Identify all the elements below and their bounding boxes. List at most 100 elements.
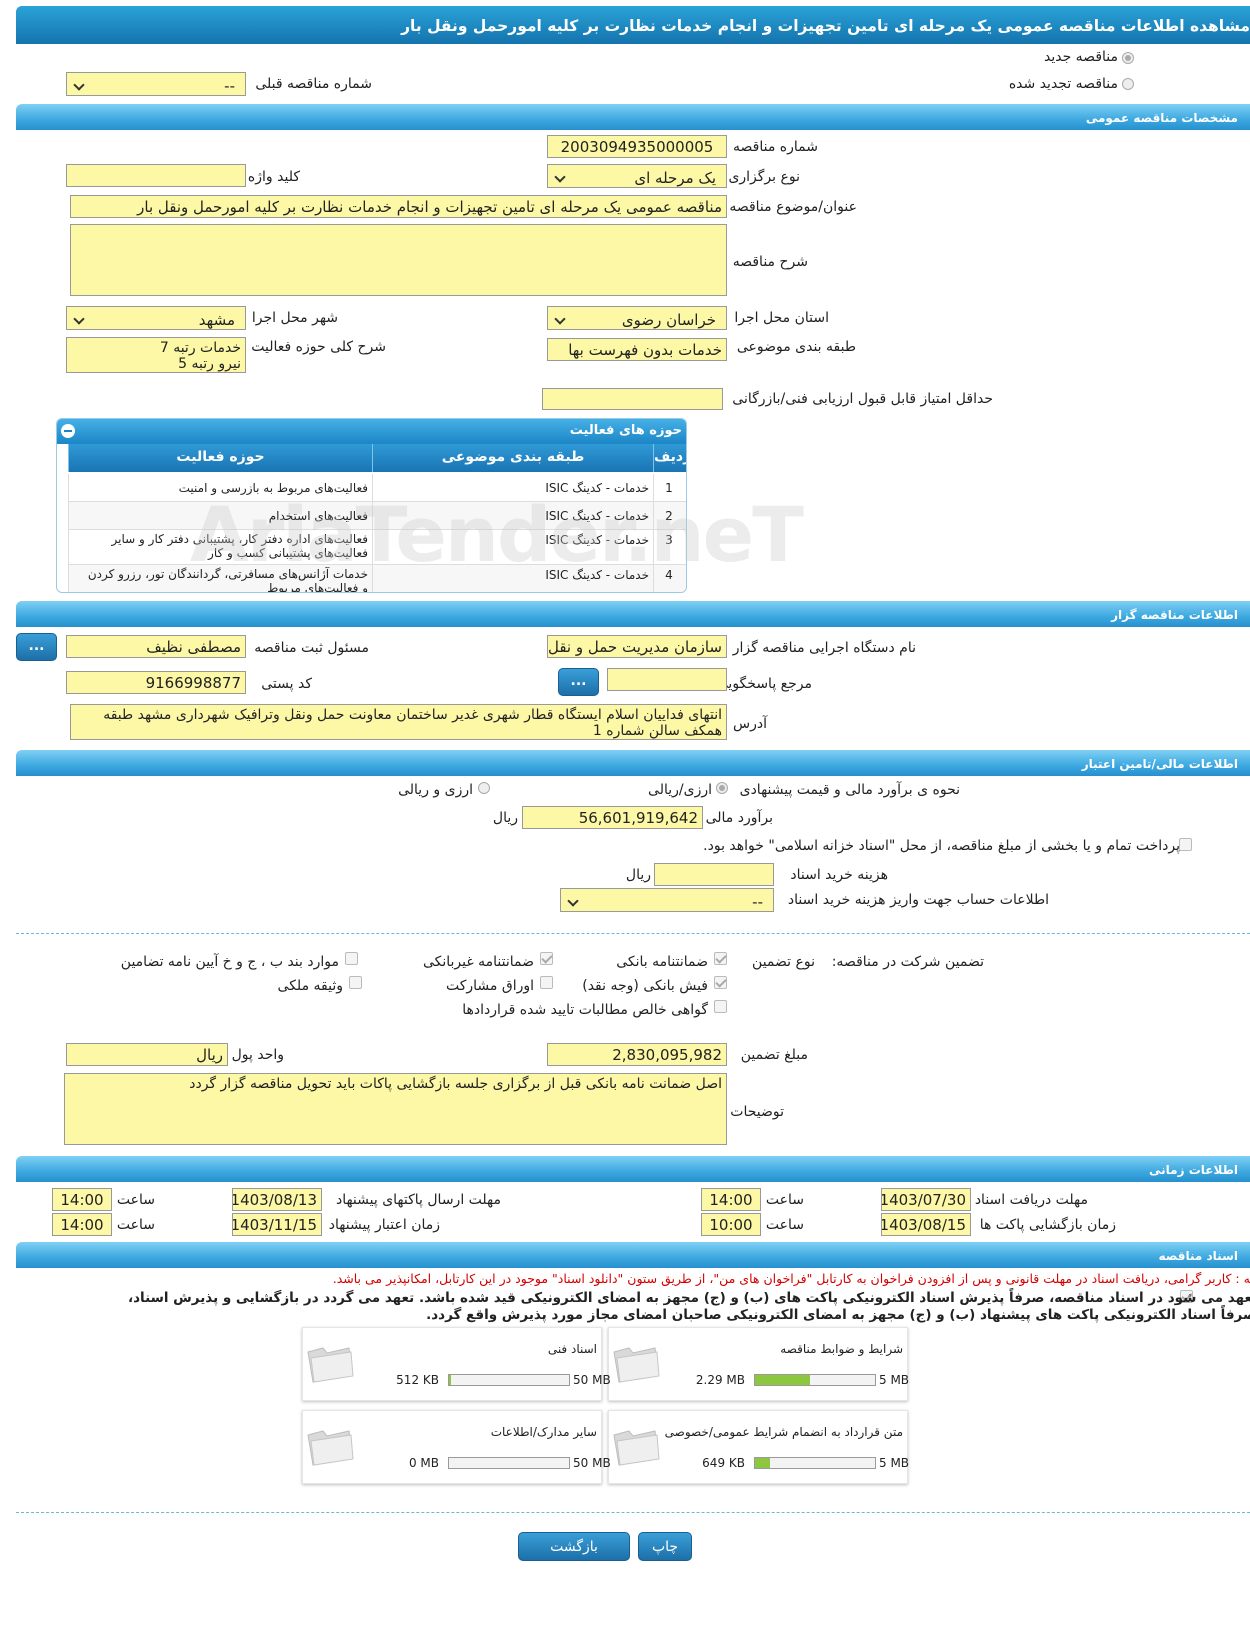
open-date-field[interactable]: 1403/08/15: [881, 1213, 971, 1236]
doc-cost-field[interactable]: [654, 863, 774, 886]
nonbank-guarantee-checkbox[interactable]: [540, 952, 553, 965]
postal-field[interactable]: 9166998877: [66, 671, 246, 694]
valid-date-field[interactable]: 1403/11/15: [232, 1213, 322, 1236]
notes-textarea[interactable]: اصل ضمانت نامه بانکی قبل از برگزاری جلسه…: [64, 1073, 727, 1145]
fx-rial-radio[interactable]: [478, 782, 490, 794]
submit-date-field[interactable]: 1403/08/13: [232, 1188, 322, 1211]
file-progress-fill: [449, 1375, 451, 1385]
treasury-text: پرداخت تمام و یا بخشی از مبلغ مناقصه، از…: [703, 838, 1180, 854]
file-max-size: 50 MB: [573, 1373, 611, 1387]
submit-time-field[interactable]: 14:00: [52, 1188, 112, 1211]
treasury-checkbox[interactable]: [1179, 838, 1192, 851]
back-button[interactable]: بازگشت: [518, 1532, 630, 1561]
org-field[interactable]: سازمان مدیریت حمل و نقل: [547, 635, 727, 658]
rial-radio-label: ارزی/ریالی: [648, 782, 712, 798]
chevron-down-icon: [554, 313, 566, 325]
open-label: زمان بازگشایی پاکت ها: [979, 1217, 1116, 1233]
section-docs-title: اسناد مناقصه: [1158, 1249, 1238, 1263]
regulation-checkbox[interactable]: [345, 952, 358, 965]
file-card[interactable]: متن قرارداد به انضمام شرایط عمومی/خصوصی 5…: [608, 1410, 909, 1484]
account-select[interactable]: --: [560, 888, 774, 912]
file-card[interactable]: شرایط و ضوابط مناقصه 5 MB 2.29 MB: [608, 1327, 909, 1401]
collapse-icon[interactable]: [61, 424, 75, 438]
print-button[interactable]: چاپ: [638, 1532, 692, 1561]
new-tender-radio[interactable]: [1122, 52, 1134, 64]
city-value: مشهد: [198, 311, 235, 329]
property-checkbox[interactable]: [349, 976, 362, 989]
prev-number-value: --: [224, 77, 235, 95]
type-select[interactable]: یک مرحله ای: [547, 164, 727, 188]
guarantee-amount-field[interactable]: 2,830,095,982: [547, 1043, 727, 1066]
type-value: یک مرحله ای: [634, 169, 716, 187]
rial-radio[interactable]: [716, 782, 728, 794]
file-name: سایر مدارک/اطلاعات: [490, 1425, 597, 1439]
estimate-unit: ریال: [492, 810, 518, 826]
address-field[interactable]: انتهای فداییان اسلام ایستگاه قطار شهری غ…: [70, 704, 727, 740]
bank-guarantee-checkbox[interactable]: [714, 952, 727, 965]
account-label: اطلاعات حساب جهت واریز هزینه خرید اسناد: [787, 892, 1049, 908]
notes-label: توضیحات: [730, 1104, 784, 1120]
guarantee-type-label: نوع تضمین: [752, 954, 815, 970]
valid-time-field[interactable]: 14:00: [52, 1213, 112, 1236]
renewed-tender-radio[interactable]: [1122, 78, 1134, 90]
property-label: وثیقه ملکی: [277, 978, 343, 994]
submit-hour-label: ساعت: [116, 1192, 155, 1208]
divider: [16, 933, 1250, 934]
desc-label: شرح مناقصه: [732, 254, 808, 270]
org-label: نام دستگاه اجرایی مناقصه گزار: [732, 640, 916, 656]
col-header-row: ردیف: [653, 444, 686, 472]
guarantee-amount-label: مبلغ تضمین: [740, 1047, 808, 1063]
file-progress-bar: [448, 1457, 570, 1469]
city-select[interactable]: مشهد: [66, 306, 246, 330]
bonds-label: اوراق مشارکت: [445, 978, 534, 994]
bonds-checkbox[interactable]: [540, 976, 553, 989]
watermark: AriaTender.neT: [190, 490, 804, 579]
file-progress-bar: [448, 1374, 570, 1386]
address-line-2: همکف سالن شماره 1: [592, 723, 722, 739]
doc-cost-label: هزینه خرید اسناد: [790, 867, 888, 883]
province-select[interactable]: خراسان رضوی: [547, 306, 727, 330]
subject-field[interactable]: مناقصه عمومی یک مرحله ای تامین تجهیزات و…: [70, 195, 727, 218]
guarantee-label: تضمین شرکت در مناقصه:: [831, 954, 984, 970]
estimate-field[interactable]: 56,601,919,642: [522, 806, 703, 829]
category-field[interactable]: خدمات بدون فهرست بها: [547, 338, 727, 361]
keyword-field[interactable]: [66, 164, 246, 187]
account-value: --: [752, 893, 763, 911]
file-size: 512 KB: [396, 1373, 439, 1387]
nonbank-guarantee-label: ضمانتنامه غیربانکی: [422, 954, 534, 970]
min-score-field[interactable]: [542, 388, 723, 410]
open-time-field[interactable]: 10:00: [701, 1213, 761, 1236]
receive-time-field[interactable]: 14:00: [701, 1188, 761, 1211]
receivables-label: گواهی خالص مطالبات تایید شده قراردادها: [462, 1002, 708, 1018]
desc-textarea[interactable]: [70, 224, 727, 296]
prev-number-select[interactable]: --: [66, 72, 246, 96]
tender-number-field[interactable]: 2003094935000005: [547, 135, 727, 158]
valid-hour-label: ساعت: [116, 1217, 155, 1233]
scope-field[interactable]: خدمات رتبه 7 نیرو رتبه 5: [66, 337, 246, 373]
renewed-tender-label: مناقصه تجدید شده: [1008, 76, 1118, 92]
bank-guarantee-label: ضمانتنامه بانکی: [616, 954, 708, 970]
responsible-lookup-button[interactable]: ...: [16, 633, 57, 661]
chevron-down-icon: [73, 313, 85, 325]
file-card[interactable]: سایر مدارک/اطلاعات 50 MB 0 MB: [302, 1410, 611, 1484]
tender-number-label: شماره مناقصه: [733, 139, 818, 155]
ref-field[interactable]: [607, 668, 727, 691]
currency-field[interactable]: ریال: [66, 1043, 228, 1066]
keyword-label: کلید واژه: [247, 169, 300, 185]
receive-date-field[interactable]: 1403/07/30: [881, 1188, 971, 1211]
province-label: استان محل اجرا: [734, 310, 829, 326]
estimate-method-label: نحوه ی برآورد مالی و قیمت پیشنهادی: [739, 782, 960, 798]
submit-label: مهلت ارسال پاکتهای پیشنهاد: [335, 1192, 501, 1208]
responsible-field[interactable]: مصطفی نظیف: [66, 635, 246, 658]
receivables-checkbox[interactable]: [714, 1000, 727, 1013]
cash-slip-checkbox[interactable]: [714, 976, 727, 989]
file-name: شرایط و ضوابط مناقصه: [780, 1342, 903, 1356]
file-name: متن قرارداد به انضمام شرایط عمومی/خصوصی: [664, 1425, 903, 1439]
open-hour-label: ساعت: [765, 1217, 804, 1233]
ref-label: مرجع پاسخگویی: [716, 676, 812, 692]
file-card[interactable]: اسناد فنی 50 MB 512 KB: [302, 1327, 611, 1401]
file-size: 2.29 MB: [695, 1373, 745, 1387]
ref-lookup-button[interactable]: ...: [558, 668, 599, 696]
type-label: نوع برگزاری: [728, 169, 800, 185]
docs-notice: توجه : کاربر گرامی، دریافت اسناد در مهلت…: [332, 1271, 1250, 1286]
